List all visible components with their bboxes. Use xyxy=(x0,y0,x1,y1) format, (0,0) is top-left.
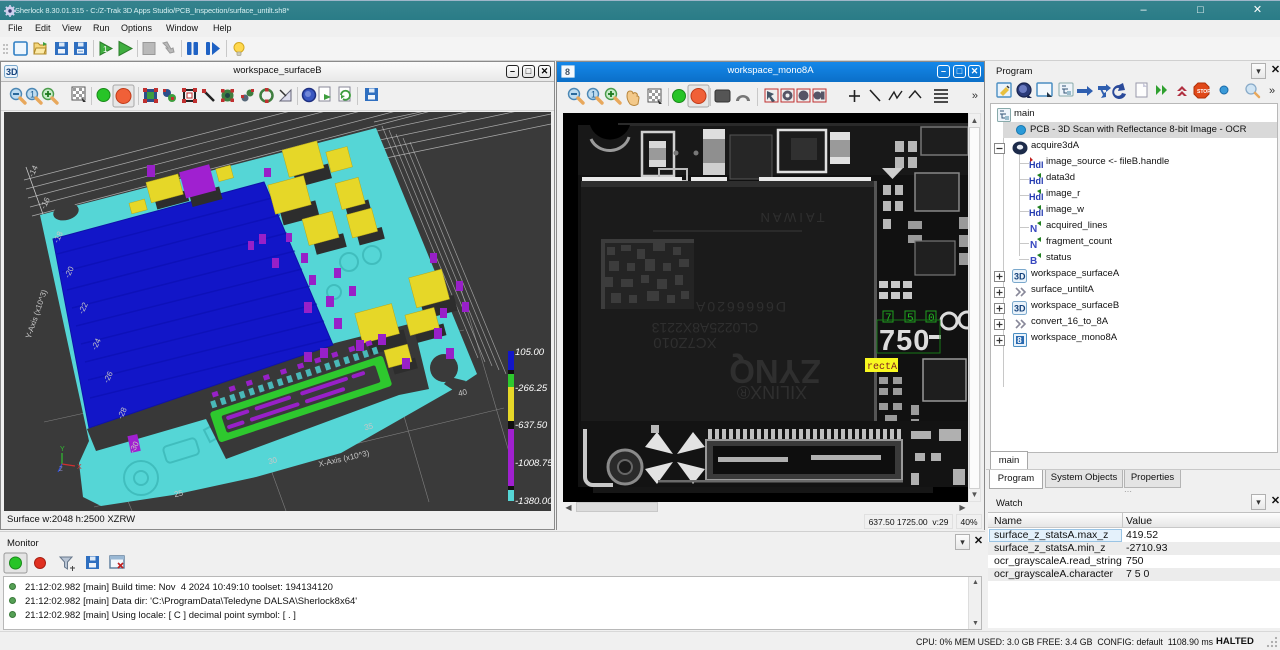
svg-text:5: 5 xyxy=(907,313,914,325)
svg-text:105.00: 105.00 xyxy=(515,347,545,358)
svg-text:1: 1 xyxy=(103,45,108,54)
svg-text:B: B xyxy=(1030,256,1037,267)
svg-text:1: 1 xyxy=(591,90,596,100)
svg-text:-266.25: -266.25 xyxy=(515,383,548,394)
svg-text:7: 7 xyxy=(885,313,892,325)
svg-text:»: » xyxy=(1269,85,1275,97)
svg-text:XC7Z010: XC7Z010 xyxy=(653,334,716,351)
svg-text:3D: 3D xyxy=(1014,272,1026,282)
svg-text:N: N xyxy=(1030,240,1037,251)
svg-text:8: 8 xyxy=(1017,336,1022,345)
svg-text:X: X xyxy=(77,464,82,471)
svg-text:-637.50: -637.50 xyxy=(515,420,548,431)
svg-text:3D: 3D xyxy=(1014,304,1026,314)
svg-text:N: N xyxy=(1030,224,1037,235)
svg-text:rectA: rectA xyxy=(867,362,897,373)
svg-text:STOP: STOP xyxy=(1197,89,1211,95)
svg-text:-1008.75: -1008.75 xyxy=(515,458,551,469)
svg-text:XILINX®: XILINX® xyxy=(737,382,807,402)
svg-text:Hdl: Hdl xyxy=(1029,176,1043,186)
svg-text:-1380.00: -1380.00 xyxy=(515,496,551,507)
svg-text:1: 1 xyxy=(30,90,35,100)
svg-text:Hdl: Hdl xyxy=(1029,192,1043,202)
svg-text:Z: Z xyxy=(59,467,63,473)
svg-text:Hdl: Hdl xyxy=(1029,208,1043,218)
svg-text:Y: Y xyxy=(60,446,65,453)
svg-text:TAIWAN: TAIWAN xyxy=(757,210,824,225)
svg-text:750: 750 xyxy=(879,325,930,357)
svg-text:Hdl: Hdl xyxy=(1029,160,1043,170)
svg-text:D6666620A: D6666620A xyxy=(694,299,786,315)
svg-text:CL0225A8X2213: CL0225A8X2213 xyxy=(651,320,758,336)
svg-text:0: 0 xyxy=(928,313,935,325)
